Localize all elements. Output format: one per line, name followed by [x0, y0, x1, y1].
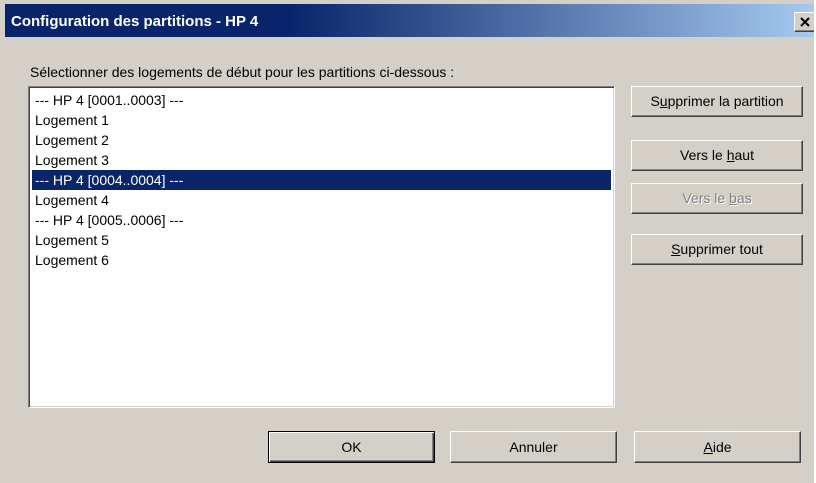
move-up-button[interactable]: Vers le haut [631, 140, 803, 171]
button-label-part: aut [734, 147, 754, 163]
button-label-part: upprimer tout [680, 241, 763, 257]
partition-header-item[interactable]: --- HP 4 [0001..0003] --- [32, 90, 611, 110]
delete-partition-button[interactable]: Supprimer la partition [631, 86, 803, 117]
button-label-part: as [736, 190, 752, 206]
button-label: Annuler [509, 439, 558, 455]
partition-header-item[interactable]: --- HP 4 [0004..0004] --- [32, 170, 611, 190]
partition-config-dialog: Configuration des partitions - HP 4 Séle… [0, 0, 816, 483]
instruction-label: Sélectionner des logements de début pour… [30, 64, 455, 80]
move-down-button[interactable]: Vers le bas [631, 183, 803, 214]
slot-list-item[interactable]: Logement 4 [32, 190, 611, 210]
help-button[interactable]: Aide [634, 431, 801, 463]
close-button[interactable] [794, 12, 816, 32]
partition-listbox[interactable]: --- HP 4 [0001..0003] --- Logement 1 Logem… [28, 86, 615, 408]
button-label-part: ide [712, 439, 732, 455]
mnemonic-letter: A [703, 439, 713, 455]
button-label-part: pprimer la partition [667, 93, 784, 109]
mnemonic-letter: h [726, 147, 735, 163]
close-icon [800, 17, 810, 27]
button-label-part: Vers le [682, 190, 730, 206]
listbox-items: --- HP 4 [0001..0003] --- Logement 1 Logem… [32, 90, 611, 270]
slot-list-item[interactable]: Logement 5 [32, 230, 611, 250]
slot-list-item[interactable]: Logement 3 [32, 150, 611, 170]
title-bar: Configuration des partitions - HP 4 [5, 4, 816, 37]
cancel-button[interactable]: Annuler [450, 431, 617, 463]
mnemonic-letter: u [659, 93, 668, 109]
slot-list-item[interactable]: Logement 2 [32, 130, 611, 150]
slot-list-item[interactable]: Logement 1 [32, 110, 611, 130]
slot-list-item[interactable]: Logement 6 [32, 250, 611, 270]
mnemonic-letter: b [729, 190, 737, 206]
partition-header-item[interactable]: --- HP 4 [0005..0006] --- [32, 210, 611, 230]
window-title: Configuration des partitions - HP 4 [11, 13, 259, 30]
button-label: OK [341, 439, 362, 455]
ok-button[interactable]: OK [268, 431, 435, 463]
button-label-part: Vers le [680, 147, 727, 163]
delete-all-button[interactable]: Supprimer tout [631, 234, 803, 265]
button-label-part: S [650, 93, 660, 109]
